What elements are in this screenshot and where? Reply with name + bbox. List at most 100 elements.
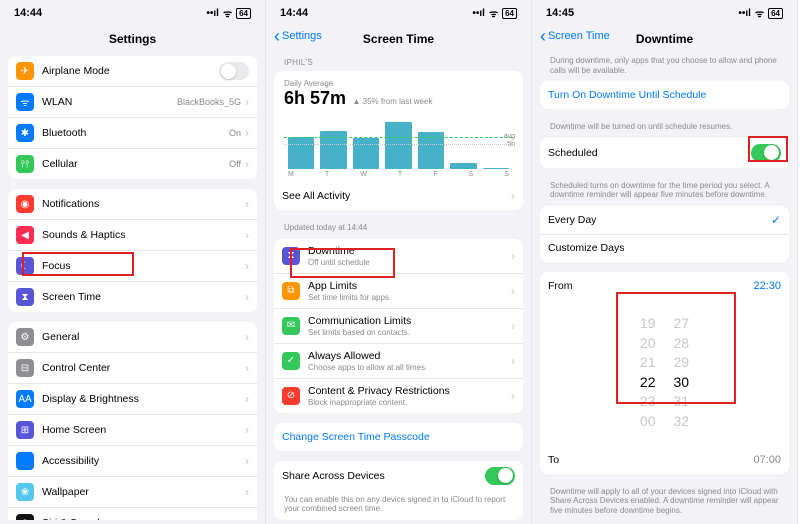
row-wallpaper[interactable]: ❀Wallpaper›: [8, 476, 257, 507]
to-label: To: [548, 454, 753, 466]
row-icon: ◉: [16, 195, 34, 213]
phone-screentime: 14:44 ••ıl ᯤ 64 Settings Screen Time IPH…: [266, 0, 532, 524]
battery-icon: 64: [502, 8, 517, 19]
back-button[interactable]: Screen Time: [540, 30, 610, 42]
chart-bar: [288, 137, 314, 169]
share-toggle[interactable]: [485, 467, 515, 485]
row-icon: ✓: [282, 352, 300, 370]
row-sounds-haptics[interactable]: ◀Sounds & Haptics›: [8, 219, 257, 250]
axis-tick: S: [504, 171, 509, 178]
to-note: Downtime will apply to all of your devic…: [540, 484, 789, 520]
row-icon: ⊘: [282, 387, 300, 405]
chevron-right-icon: ›: [245, 229, 249, 241]
status-bar: 14:45 ••ıl ᯤ 64: [532, 0, 797, 24]
back-button[interactable]: Settings: [274, 30, 322, 42]
row-accessibility[interactable]: ఍Accessibility›: [8, 445, 257, 476]
scheduled-row[interactable]: Scheduled: [540, 138, 789, 168]
row-airplane-mode[interactable]: ✈Airplane Mode: [8, 56, 257, 86]
row-label: General: [42, 331, 245, 343]
clock: 14:45: [546, 7, 574, 19]
row-app-limits[interactable]: ⧉App LimitsSet time limits for apps.›: [274, 273, 523, 308]
row-notifications[interactable]: ◉Notifications›: [8, 189, 257, 219]
row-icon: ✈: [16, 62, 34, 80]
wifi-icon: ᯤ: [489, 6, 498, 20]
battery-icon: 64: [768, 8, 783, 19]
change-passcode-link[interactable]: Change Screen Time Passcode: [274, 423, 523, 451]
chevron-right-icon: ›: [245, 362, 249, 374]
row-wlan[interactable]: ᯤWLANBlackBooks_5G›: [8, 86, 257, 117]
row-icon: ఍: [16, 452, 34, 470]
row-cellular[interactable]: ⫯⫯CellularOff›: [8, 148, 257, 179]
page-title: Settings: [109, 32, 156, 46]
from-value: 22:30: [753, 280, 781, 292]
row-icon: ⧉: [282, 282, 300, 300]
row-icon: ⊞: [16, 421, 34, 439]
chart-bar: [385, 122, 411, 169]
row-display-brightness[interactable]: AADisplay & Brightness›: [8, 383, 257, 414]
row-icon: ⊟: [16, 359, 34, 377]
status-bar: 14:44 ••ıl ᯤ 64: [266, 0, 531, 24]
axis-tick: F: [433, 171, 437, 178]
page-title: Screen Time: [363, 32, 434, 46]
axis-tick: T: [325, 171, 329, 178]
row-label: Always AllowedChoose apps to allow at al…: [308, 350, 511, 372]
row-label: Bluetooth: [42, 127, 229, 139]
row-detail: BlackBooks_5G: [177, 97, 241, 107]
scheduled-label: Scheduled: [548, 147, 751, 159]
intro-note: During downtime, only apps that you choo…: [540, 56, 789, 81]
row-bluetooth[interactable]: ✱BluetoothOn›: [8, 117, 257, 148]
to-row[interactable]: To 07:00: [540, 446, 789, 474]
axis-tick: M: [288, 171, 294, 178]
row-home-screen[interactable]: ⊞Home Screen›: [8, 414, 257, 445]
battery-icon: 64: [236, 8, 251, 19]
scheduled-toggle[interactable]: [751, 144, 781, 162]
change-value: ▲ 35% from last week: [353, 97, 433, 106]
row-icon: ✱: [16, 124, 34, 142]
chevron-right-icon: ›: [511, 320, 515, 332]
turn-on-note: Downtime will be turned on until schedul…: [540, 119, 789, 138]
from-row[interactable]: From 22:30: [540, 272, 789, 300]
row-communication-limits[interactable]: ✉Communication LimitsSet limits based on…: [274, 308, 523, 343]
change-passcode-label: Change Screen Time Passcode: [282, 431, 515, 443]
every-day-row[interactable]: Every Day ✓: [540, 206, 789, 234]
row-screen-time[interactable]: ⧗Screen Time›: [8, 281, 257, 312]
see-all-label: See All Activity: [282, 190, 511, 202]
chevron-right-icon: ›: [511, 285, 515, 297]
chevron-right-icon: ›: [511, 190, 515, 202]
turn-on-downtime-link[interactable]: Turn On Downtime Until Schedule: [540, 81, 789, 109]
row-content-privacy-restrictions[interactable]: ⊘Content & Privacy RestrictionsBlock ina…: [274, 378, 523, 413]
customize-days-row[interactable]: Customize Days: [540, 234, 789, 262]
chevron-right-icon: ›: [245, 331, 249, 343]
chevron-right-icon: ›: [245, 455, 249, 467]
signal-icon: ••ıl: [206, 8, 219, 19]
row-always-allowed[interactable]: ✓ Always AllowedChoose apps to allow at a…: [274, 343, 523, 378]
row-label: Wallpaper: [42, 486, 245, 498]
row-icon: ✉: [282, 317, 300, 335]
row-general[interactable]: ⚙General›: [8, 322, 257, 352]
status-bar: 14:44 ••ıl ᯤ 64: [0, 0, 265, 24]
row-label: Sounds & Haptics: [42, 229, 245, 241]
row-icon: ᯤ: [16, 93, 34, 111]
nav-bar: Screen Time Downtime: [532, 24, 797, 56]
row-label: Control Center: [42, 362, 245, 374]
minute-column[interactable]: 272829303132: [674, 314, 690, 432]
share-across-devices-row[interactable]: Share Across Devices: [274, 461, 523, 491]
owner-label: IPHIL'S: [274, 56, 523, 71]
row-control-center[interactable]: ⊟ Control Center›: [8, 352, 257, 383]
row-siri-search[interactable]: ◎Siri & Search›: [8, 507, 257, 520]
time-picker[interactable]: 192021222300 272829303132: [540, 300, 789, 446]
row-toggle[interactable]: [219, 62, 249, 80]
nav-bar: Settings: [0, 24, 265, 56]
row-focus[interactable]: ☾Focus›: [8, 250, 257, 281]
from-label: From: [548, 280, 753, 292]
row-downtime[interactable]: ⧗DowntimeOff until schedule›: [274, 239, 523, 273]
hour-column[interactable]: 192021222300: [640, 314, 656, 432]
wifi-icon: ᯤ: [755, 6, 764, 20]
row-label: DowntimeOff until schedule: [308, 245, 511, 267]
axis-tick: S: [469, 171, 474, 178]
see-all-activity-row[interactable]: See All Activity ›: [274, 182, 523, 210]
chevron-right-icon: ›: [245, 393, 249, 405]
row-icon: ⧗: [16, 288, 34, 306]
chevron-right-icon: ›: [245, 96, 249, 108]
chevron-right-icon: ›: [511, 390, 515, 402]
